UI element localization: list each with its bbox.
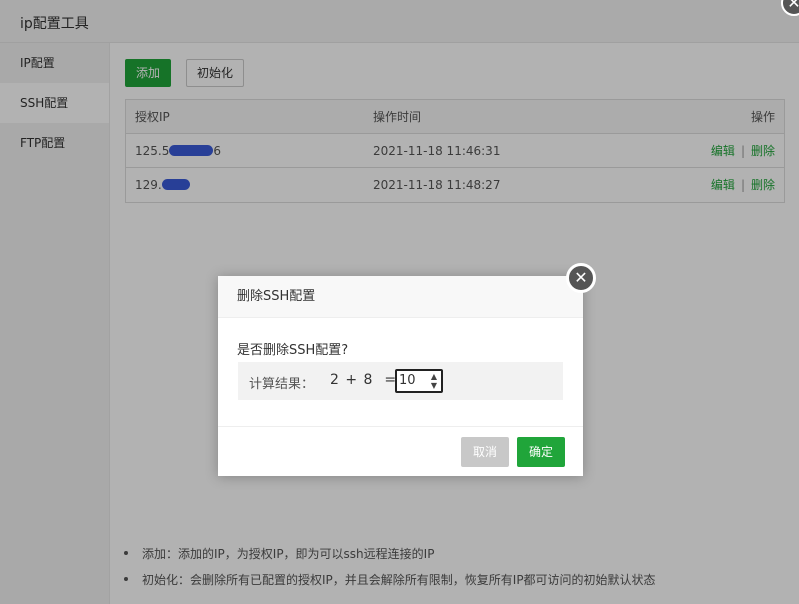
confirm-button[interactable]: 确定 bbox=[517, 437, 565, 467]
dialog-question: 是否删除SSH配置? bbox=[237, 343, 349, 358]
calc-result-input[interactable]: 10 ▲ ▼ bbox=[395, 369, 443, 393]
calc-result-value: 10 bbox=[399, 373, 416, 388]
calc-label: 计算结果： bbox=[249, 377, 315, 392]
close-icon[interactable]: ✕ bbox=[566, 263, 596, 293]
delete-dialog: 删除SSH配置 ✕ 是否删除SSH配置? 计算结果： 2 + 8 = 10 ▲ ▼… bbox=[218, 263, 596, 476]
calc-expression: 2 + 8 = bbox=[330, 372, 398, 388]
cancel-button[interactable]: 取消 bbox=[461, 437, 509, 467]
captcha-box: 计算结果： 2 + 8 = 10 ▲ ▼ bbox=[238, 362, 563, 400]
dialog-footer: 取消 确定 bbox=[218, 426, 583, 476]
dialog-title: 删除SSH配置 bbox=[218, 276, 583, 318]
spinner-arrows-icon[interactable]: ▲ ▼ bbox=[428, 372, 440, 390]
